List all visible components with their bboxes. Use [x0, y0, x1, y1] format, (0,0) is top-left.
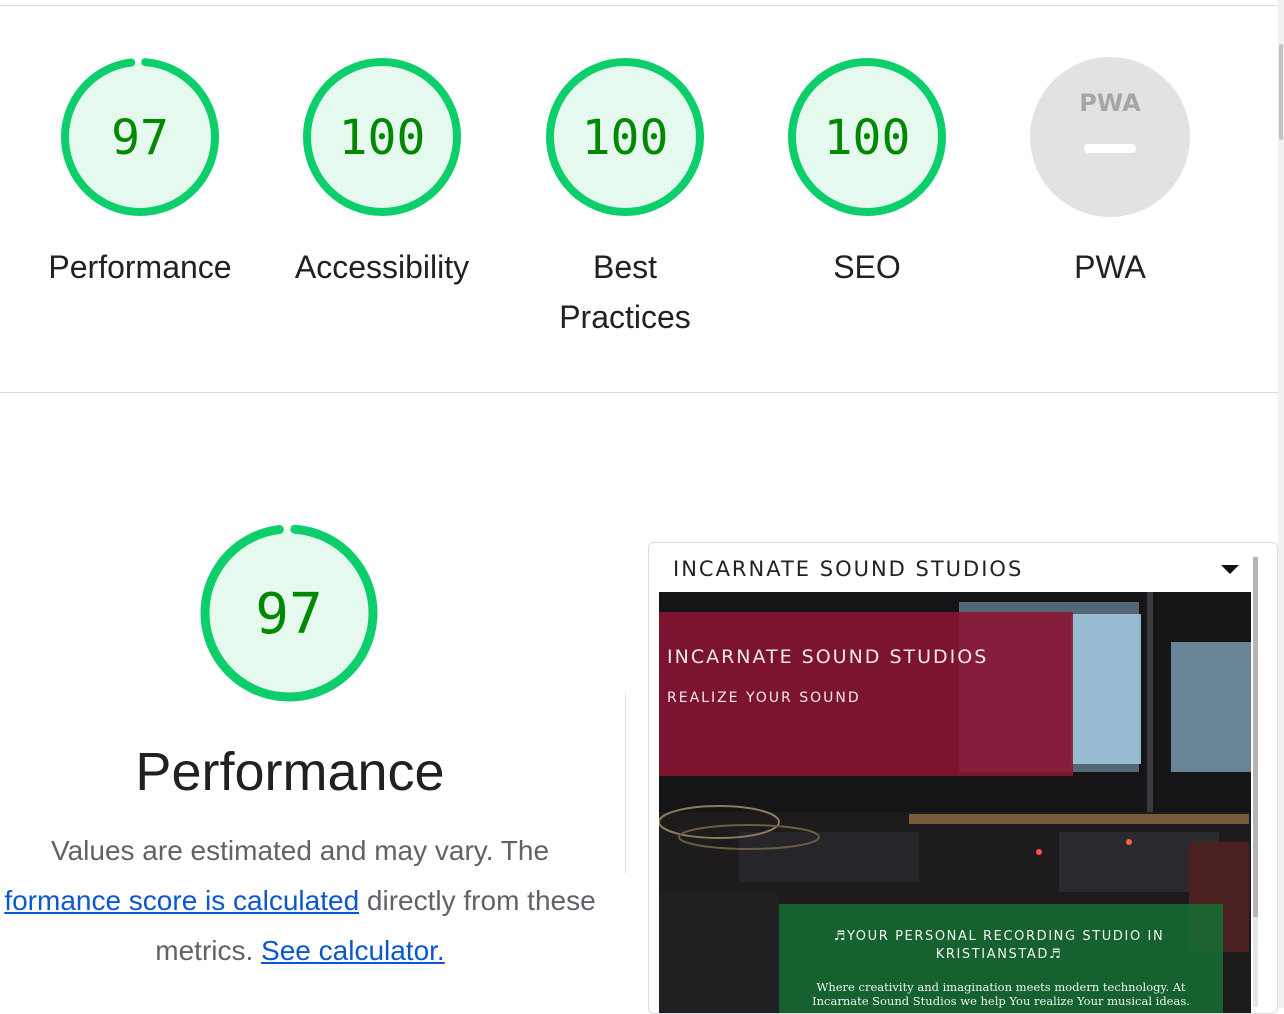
top-divider: [0, 5, 1278, 6]
gauge-best-practices[interactable]: 100 Best Practices: [525, 56, 725, 342]
screenshot-scrollbar-thumb[interactable]: [1253, 557, 1258, 917]
desc-line3: metrics. See calculator.: [0, 926, 630, 976]
hero-subtitle: REALIZE YOUR SOUND: [667, 690, 861, 706]
gauge-accessibility[interactable]: 100 Accessibility: [282, 56, 482, 292]
final-screenshot[interactable]: INCARNATE SOUND STUDIOS INCARNATE SOUND …: [648, 542, 1278, 1014]
intro-title: ♬YOUR PERSONAL RECORDING STUDIO IN KRIST…: [833, 929, 1165, 962]
vertical-separator: [625, 693, 626, 873]
main-score: 97: [255, 582, 322, 647]
gauge-score: 100: [582, 110, 669, 166]
performance-title: Performance: [135, 742, 445, 802]
pwa-icon: PWA: [1079, 89, 1141, 117]
performance-main-ring: 97: [200, 524, 378, 702]
gauge-seo[interactable]: 100 SEO: [767, 56, 967, 292]
gauge-label: SEO: [833, 249, 901, 285]
desc-line1: Values are estimated and may vary. The: [50, 835, 550, 866]
desc-metrics: metrics.: [155, 935, 254, 966]
desc-after-link: directly from these: [359, 885, 596, 916]
dropdown-caret-icon[interactable]: [1221, 565, 1239, 574]
gauge-performance[interactable]: 97 Performance: [40, 56, 240, 292]
performance-main-gauge: 97: [198, 522, 380, 704]
gauge-label-line2: Practices: [559, 299, 691, 335]
pwa-dash: [1084, 144, 1136, 153]
pwa-badge: PWA: [1030, 57, 1190, 217]
seo-score-ring: 100: [788, 58, 946, 216]
site-header: INCARNATE SOUND STUDIOS: [649, 543, 1249, 593]
see-calculator-link[interactable]: See calculator.: [261, 935, 445, 966]
gauge-pwa[interactable]: PWA PWA: [1010, 56, 1210, 292]
page-scrollbar-thumb[interactable]: [1279, 44, 1283, 140]
hero-image: INCARNATE SOUND STUDIOS REALIZE YOUR SOU…: [659, 592, 1251, 1013]
intro-text: Where creativity and imagination meets m…: [812, 980, 1190, 1008]
screenshot-scrollbar[interactable]: [1253, 557, 1258, 1007]
performance-description: Values are estimated and may vary. The f…: [0, 826, 630, 976]
site-title: INCARNATE SOUND STUDIOS: [673, 557, 1024, 581]
gauge-score: 97: [111, 110, 169, 166]
gauge-score: 100: [824, 110, 911, 166]
section-divider: [0, 392, 1278, 393]
accessibility-score-ring: 100: [303, 58, 461, 216]
gauge-label-line1: Best: [592, 249, 658, 285]
desc-line2: formance score is calculated directly fr…: [0, 876, 630, 926]
score-calculated-link[interactable]: formance score is calculated: [4, 885, 359, 916]
gauge-score: 100: [339, 110, 426, 166]
page-scrollbar[interactable]: [1278, 0, 1284, 1008]
best-practices-score-ring: 100: [546, 58, 704, 216]
hero-title: INCARNATE SOUND STUDIOS: [667, 646, 989, 668]
gauge-label: Accessibility: [294, 249, 470, 285]
gauge-label: Best Practices: [525, 242, 725, 342]
gauge-label: PWA: [1074, 249, 1146, 285]
performance-score-ring: 97: [61, 58, 219, 216]
gauge-label: Performance: [48, 249, 232, 285]
